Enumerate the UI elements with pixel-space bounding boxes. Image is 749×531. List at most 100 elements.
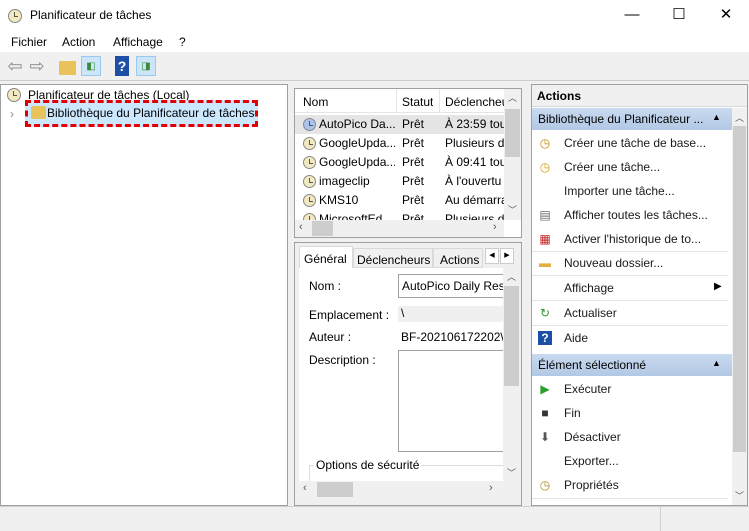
task-status: Prêt bbox=[402, 117, 425, 131]
list-vertical-scrollbar[interactable]: ︿ ﹀ bbox=[504, 89, 521, 220]
tab-scroll-left-icon[interactable]: ◀ bbox=[485, 248, 499, 264]
tab-scroll-right-icon[interactable]: ▶ bbox=[500, 248, 514, 264]
task-trigger: Au démarra bbox=[445, 193, 504, 207]
task-name: KMS10 bbox=[319, 193, 359, 207]
description-field[interactable] bbox=[398, 350, 505, 452]
task-clock-icon bbox=[303, 175, 316, 188]
task-trigger: À 09:41 tou bbox=[445, 155, 504, 169]
task-trigger: À 23:59 tou bbox=[445, 117, 504, 131]
column-header-statut[interactable]: Statut bbox=[402, 95, 433, 109]
create-basic-task-icon: ◷ bbox=[539, 136, 551, 150]
details-vertical-scrollbar[interactable]: ︿ ﹀ bbox=[503, 268, 520, 481]
table-row[interactable]: AutoPico Da... Prêt À 23:59 tou bbox=[295, 115, 504, 134]
list-header: Nom Statut Déclencheu bbox=[295, 89, 504, 113]
close-button[interactable]: ✕ bbox=[703, 0, 749, 32]
list-horizontal-scrollbar[interactable]: ‹ › bbox=[295, 220, 504, 237]
action-label: Aide bbox=[564, 331, 589, 345]
location-label: Emplacement : bbox=[309, 308, 390, 322]
tab-general[interactable]: Général bbox=[299, 246, 353, 268]
show-hide-action-pane-icon[interactable]: ◨ bbox=[136, 56, 156, 76]
task-clock-icon bbox=[303, 118, 316, 131]
action-label: Exporter... bbox=[564, 454, 619, 468]
menu-action[interactable]: Action bbox=[62, 35, 95, 49]
minimize-button[interactable]: — bbox=[609, 0, 655, 32]
collapse-triangle-icon[interactable]: ▲ bbox=[712, 112, 721, 122]
submenu-arrow-icon: ▶ bbox=[714, 281, 722, 292]
maximize-button[interactable]: ☐ bbox=[656, 0, 702, 32]
create-task-icon: ◷ bbox=[539, 160, 551, 174]
title-bar: Planificateur de tâches — ☐ ✕ bbox=[0, 0, 749, 32]
author-label: Auteur : bbox=[309, 330, 352, 344]
task-status: Prêt bbox=[402, 155, 425, 169]
action-item[interactable]: ▤ Afficher toutes les tâches... bbox=[532, 203, 732, 227]
menu-bar: Fichier Action Affichage ? bbox=[0, 32, 749, 52]
action-item[interactable]: Exporter... bbox=[532, 449, 732, 473]
menu-help[interactable]: ? bbox=[179, 35, 186, 49]
action-item[interactable]: ↻ Actualiser bbox=[532, 301, 732, 325]
action-item[interactable]: ■ Fin bbox=[532, 401, 732, 425]
author-value: BF-202106172202\A bbox=[401, 330, 505, 344]
action-item[interactable]: ◷ Créer une tâche de base... bbox=[532, 131, 732, 155]
folder-up-icon[interactable] bbox=[59, 61, 76, 75]
task-status: Prêt bbox=[402, 174, 425, 188]
tree-item-library[interactable]: Bibliothèque du Planificateur de tâches bbox=[25, 100, 258, 127]
task-clock-icon bbox=[303, 137, 316, 150]
menu-affichage[interactable]: Affichage bbox=[113, 35, 163, 49]
security-options-label: Options de sécurité bbox=[314, 458, 422, 472]
separator bbox=[532, 498, 728, 499]
help-icon[interactable]: ? bbox=[115, 56, 129, 76]
back-arrow-icon[interactable]: ⇦ bbox=[5, 56, 25, 76]
window-title: Planificateur de tâches bbox=[30, 8, 152, 22]
table-row[interactable]: imageclip Prêt À l'ouvertu bbox=[295, 172, 504, 191]
action-item[interactable]: ▦ Activer l'historique de to... bbox=[532, 227, 732, 251]
status-bar bbox=[0, 506, 749, 531]
show-hide-console-tree-icon[interactable]: ◧ bbox=[81, 56, 101, 76]
help-icon: ? bbox=[538, 331, 552, 345]
disable-icon: ⬇ bbox=[539, 430, 551, 444]
task-trigger: Plusieurs d bbox=[445, 136, 504, 150]
tab-actions[interactable]: Actions bbox=[433, 248, 483, 268]
task-clock-icon bbox=[303, 156, 316, 169]
action-label: Affichage bbox=[564, 281, 614, 295]
task-scheduler-icon bbox=[8, 9, 22, 23]
action-item[interactable]: ? Aide bbox=[532, 326, 732, 350]
task-name: GoogleUpda... bbox=[319, 155, 395, 169]
task-status: Prêt bbox=[402, 193, 425, 207]
action-item[interactable]: Affichage ▶ bbox=[532, 276, 732, 300]
expand-chevron-icon[interactable]: › bbox=[10, 107, 14, 121]
action-item[interactable]: ▶ Exécuter bbox=[532, 377, 732, 401]
run-icon: ▶ bbox=[540, 382, 550, 396]
column-header-declencheurs[interactable]: Déclencheu bbox=[445, 95, 504, 109]
actions-scrollbar[interactable]: ︿ ﹀ bbox=[732, 108, 747, 505]
table-row[interactable]: GoogleUpda... Prêt Plusieurs d bbox=[295, 134, 504, 153]
actions-group-library[interactable]: Bibliothèque du Planificateur ... bbox=[532, 108, 732, 130]
console-tree: Planificateur de tâches (Local) › Biblio… bbox=[0, 84, 288, 506]
column-header-nom[interactable]: Nom bbox=[303, 95, 328, 109]
action-item[interactable]: ◷ Propriétés bbox=[532, 473, 732, 497]
table-row[interactable]: GoogleUpda... Prêt À 09:41 tou bbox=[295, 153, 504, 172]
task-scheduler-icon bbox=[7, 88, 21, 102]
forward-arrow-icon[interactable]: ⇨ bbox=[27, 56, 47, 76]
location-value: \ bbox=[398, 306, 505, 322]
action-item[interactable]: ▬ Nouveau dossier... bbox=[532, 251, 732, 275]
task-list: Nom Statut Déclencheu AutoPico Da... Prêt… bbox=[294, 88, 522, 238]
tree-item-label: Bibliothèque du Planificateur de tâches bbox=[47, 106, 255, 120]
table-row[interactable]: KMS10 Prêt Au démarra bbox=[295, 191, 504, 210]
menu-fichier[interactable]: Fichier bbox=[11, 35, 47, 49]
tab-declencheurs[interactable]: Déclencheurs bbox=[353, 248, 433, 268]
actions-pane: Actions Bibliothèque du Planificateur ..… bbox=[531, 84, 748, 506]
action-item[interactable]: ◷ Créer une tâche... bbox=[532, 155, 732, 179]
details-horizontal-scrollbar[interactable]: ‹ › bbox=[299, 481, 503, 498]
name-field[interactable]: AutoPico Daily Rest bbox=[398, 274, 505, 298]
action-item[interactable]: ⬇ Désactiver bbox=[532, 425, 732, 449]
collapse-triangle-icon[interactable]: ▲ bbox=[712, 358, 721, 368]
history-icon: ▦ bbox=[539, 232, 551, 246]
action-label: Désactiver bbox=[564, 430, 621, 444]
action-label: Exécuter bbox=[564, 382, 612, 396]
action-item[interactable]: Importer une tâche... bbox=[532, 179, 732, 203]
actions-group-selected[interactable]: Élément sélectionné bbox=[532, 354, 732, 376]
action-label: Propriétés bbox=[564, 478, 619, 492]
action-label: Activer l'historique de to... bbox=[564, 232, 702, 246]
task-clock-icon bbox=[303, 194, 316, 207]
name-label: Nom : bbox=[309, 279, 342, 293]
